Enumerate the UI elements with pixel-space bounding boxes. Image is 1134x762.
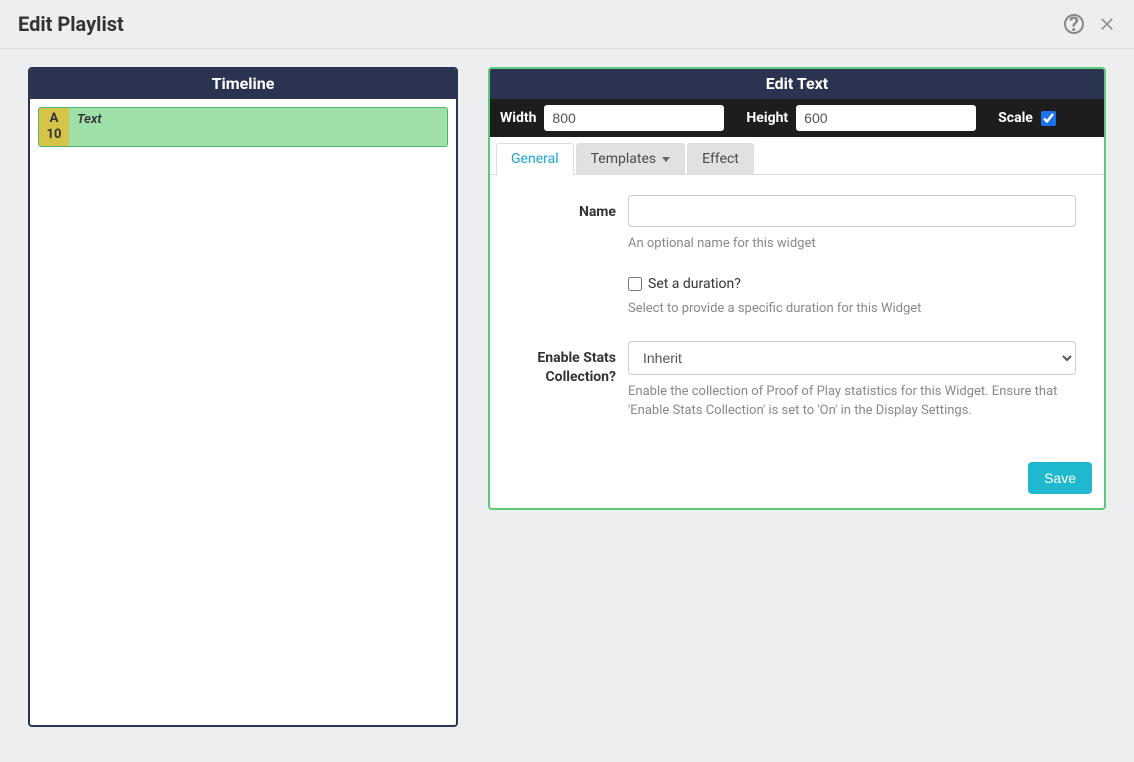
stats-help: Enable the collection of Proof of Play s…	[628, 383, 1076, 421]
timeline-item-badge: A 10	[39, 108, 69, 146]
timeline-item-letter: A	[50, 111, 59, 127]
timeline-panel: Timeline A 10 Text	[28, 67, 458, 727]
save-button[interactable]: Save	[1028, 462, 1092, 494]
tab-general[interactable]: General	[496, 143, 574, 174]
stats-label: Enable Stats Collection?	[518, 341, 628, 387]
page-title: Edit Playlist	[18, 12, 124, 36]
duration-checkbox-wrap[interactable]: Set a duration?	[628, 276, 1076, 292]
duration-checkbox[interactable]	[628, 277, 642, 291]
tab-templates[interactable]: Templates	[576, 143, 686, 174]
tab-effect[interactable]: Effect	[687, 143, 754, 174]
timeline-item-label: Text	[69, 108, 447, 146]
topbar-icons: ?	[1064, 14, 1116, 35]
height-input[interactable]	[796, 105, 976, 131]
width-input[interactable]	[544, 105, 724, 131]
height-label: Height	[746, 110, 788, 126]
chevron-down-icon	[662, 157, 670, 162]
timeline-header: Timeline	[30, 69, 456, 99]
tab-general-label: General	[511, 151, 559, 167]
width-label: Width	[500, 110, 536, 126]
duration-checkbox-label: Set a duration?	[648, 276, 741, 292]
tabs: General Templates Effect	[490, 137, 1104, 175]
timeline-item-duration: 10	[47, 127, 62, 143]
row-name: Name An optional name for this widget	[518, 195, 1076, 254]
timeline-body: A 10 Text	[30, 99, 456, 725]
name-help: An optional name for this widget	[628, 235, 1076, 254]
scale-label: Scale	[998, 110, 1033, 126]
topbar: Edit Playlist ?	[0, 0, 1134, 49]
name-input[interactable]	[628, 195, 1076, 227]
timeline-item[interactable]: A 10 Text	[38, 107, 448, 147]
content: Timeline A 10 Text Edit Text Width Heigh…	[0, 49, 1134, 745]
tab-templates-label: Templates	[591, 151, 657, 167]
duration-help: Select to provide a specific duration fo…	[628, 300, 1076, 319]
edit-panel: Edit Text Width Height Scale General Tem…	[488, 67, 1106, 510]
help-icon[interactable]: ?	[1064, 14, 1084, 34]
form-footer: Save	[490, 456, 1104, 508]
dimension-bar: Width Height Scale	[490, 99, 1104, 137]
row-duration: Set a duration? Select to provide a spec…	[518, 276, 1076, 319]
name-label: Name	[518, 195, 628, 222]
edit-header: Edit Text	[490, 69, 1104, 99]
scale-checkbox[interactable]	[1041, 111, 1056, 126]
stats-select[interactable]: Inherit	[628, 341, 1076, 375]
row-stats: Enable Stats Collection? Inherit Enable …	[518, 341, 1076, 421]
close-icon[interactable]	[1098, 14, 1116, 35]
tab-effect-label: Effect	[702, 151, 739, 167]
form-area: Name An optional name for this widget Se…	[490, 175, 1104, 456]
